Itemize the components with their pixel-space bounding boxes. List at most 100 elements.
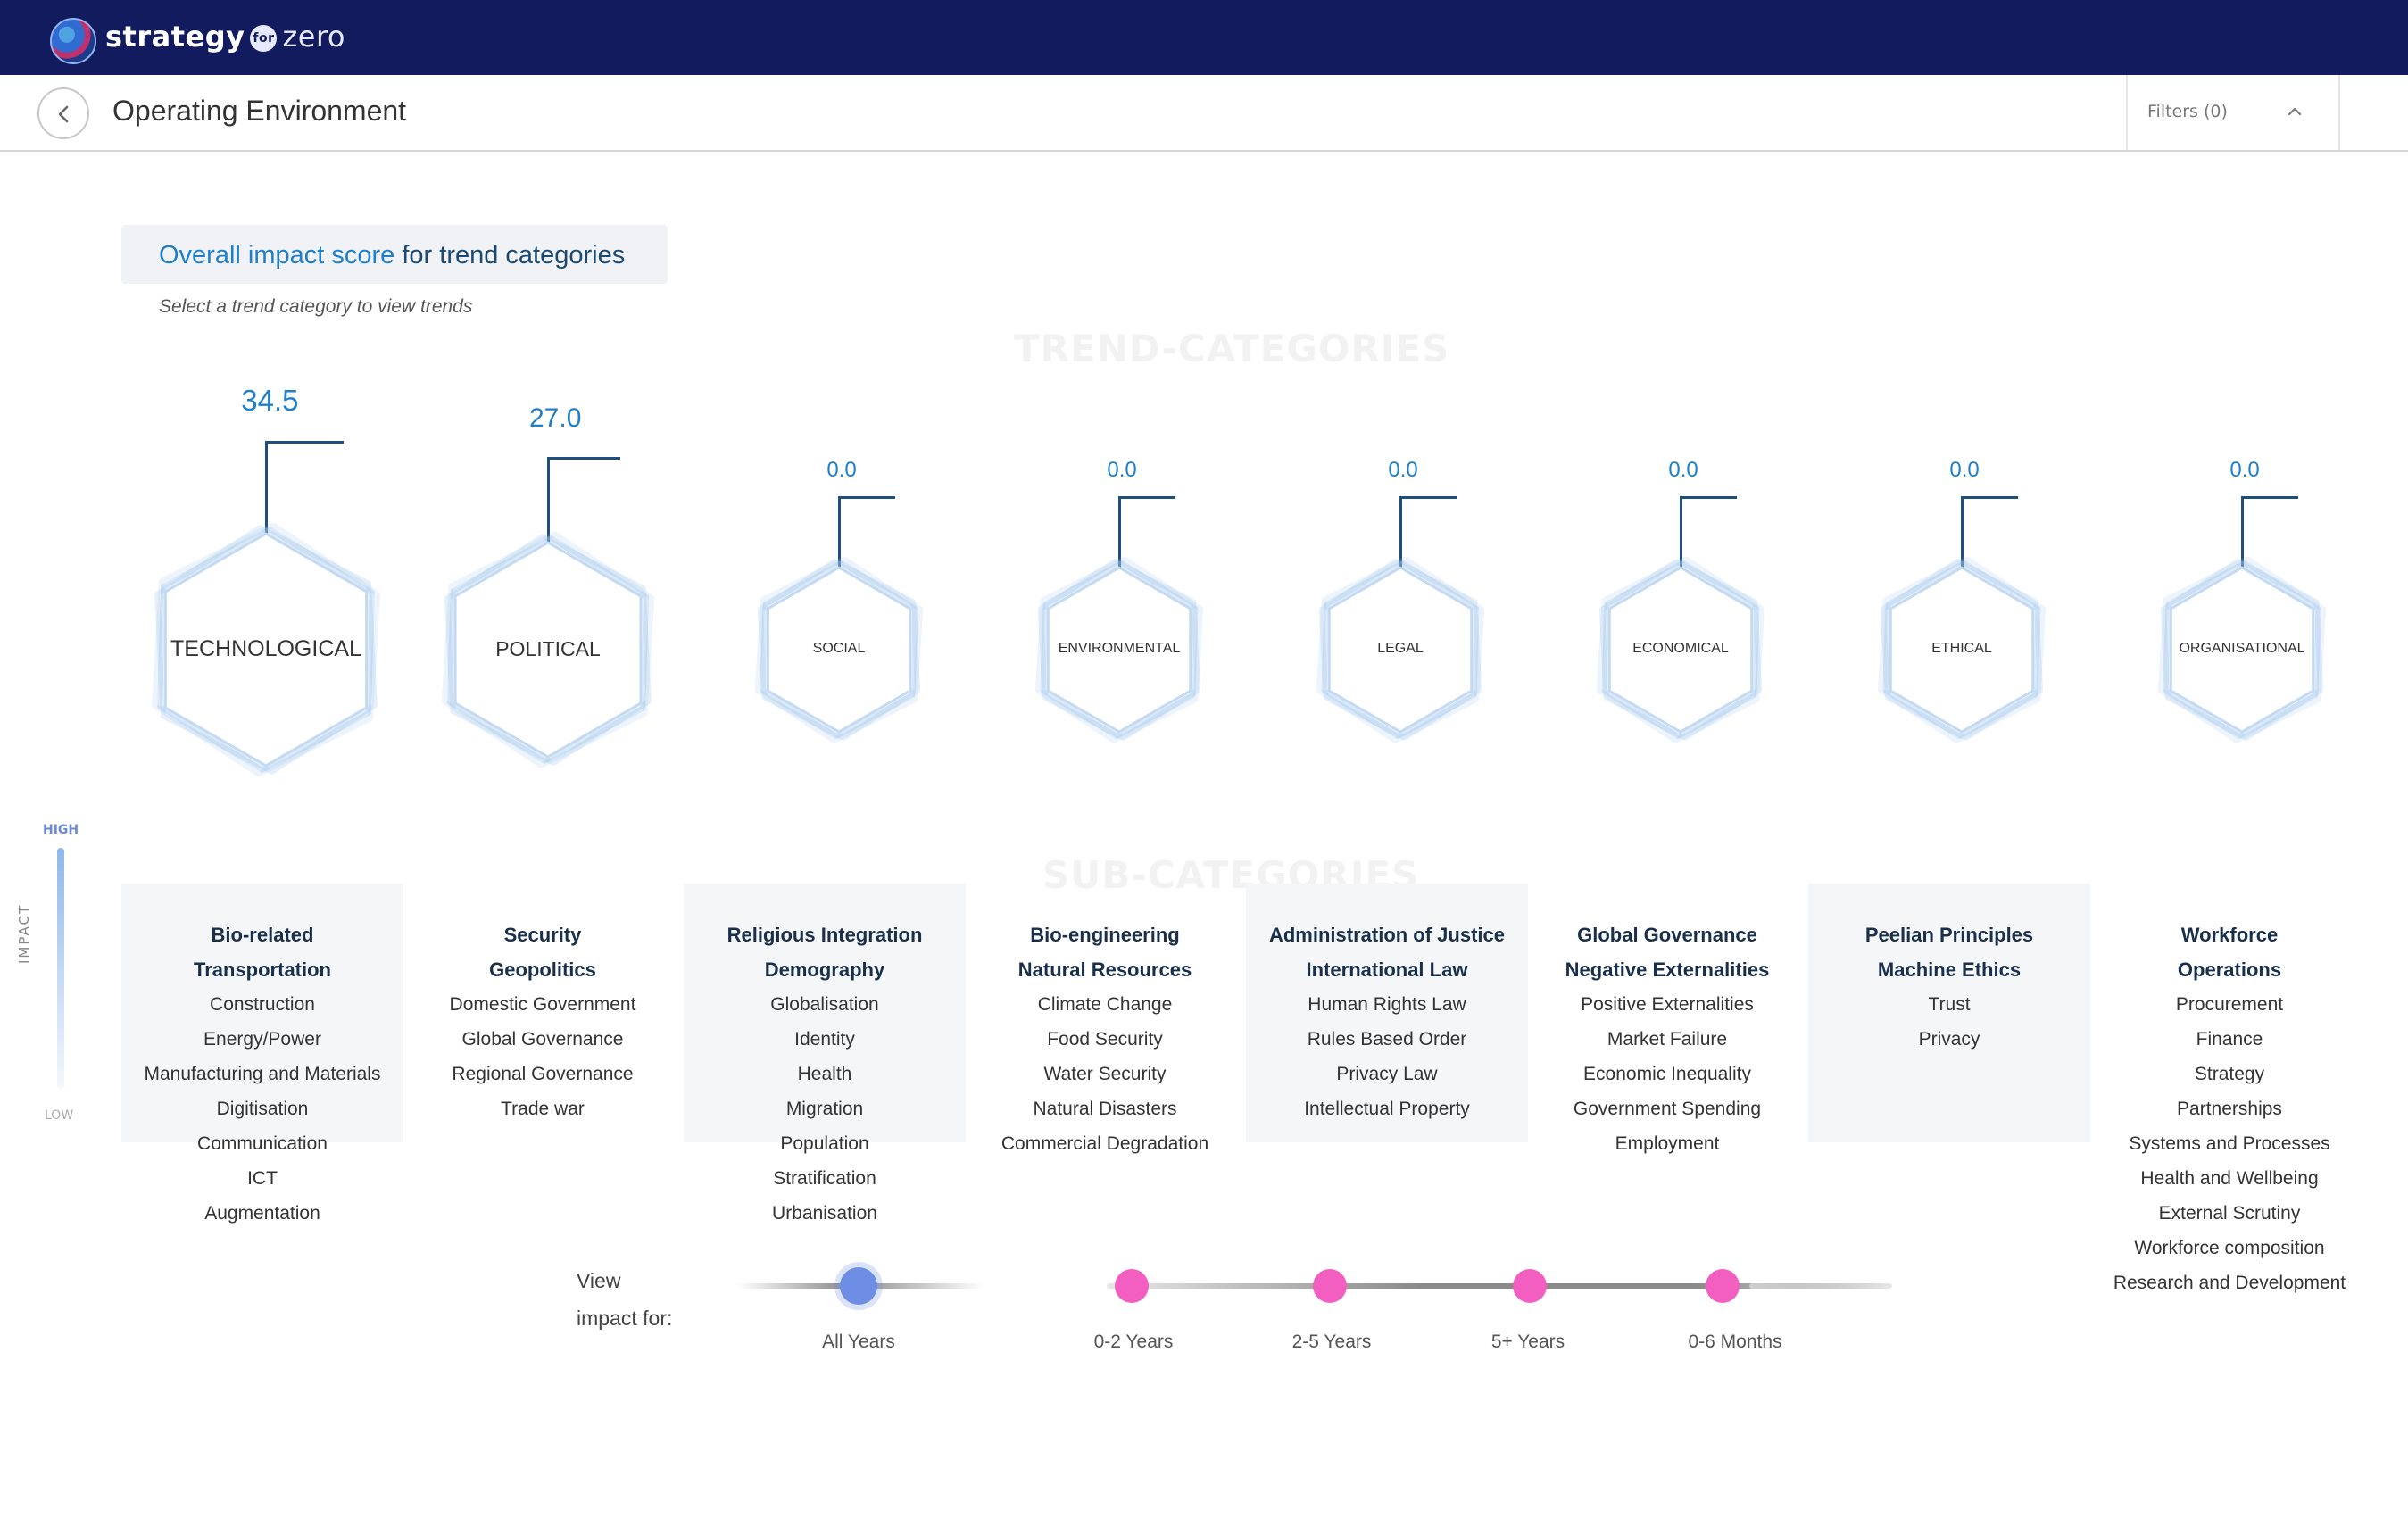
sub-category-item-highlighted[interactable]: Global Governance — [1526, 917, 1808, 952]
impact-score-heading-rest: for trend categories — [394, 241, 626, 270]
sub-category-list: Bio-related Transportation Construction Ene… — [121, 884, 403, 1231]
sub-category-item[interactable]: Communication — [121, 1126, 403, 1161]
sub-category-item-highlighted[interactable]: Transportation — [121, 952, 403, 987]
sub-category-item[interactable]: Finance — [2088, 1022, 2371, 1057]
sub-category-item[interactable]: Stratification — [684, 1161, 966, 1196]
sub-category-item-highlighted[interactable]: Demography — [684, 952, 966, 987]
sub-category-item[interactable]: Privacy Law — [1246, 1057, 1528, 1091]
score-connector-horizontal — [2241, 496, 2298, 499]
sub-category-item[interactable]: ICT — [121, 1161, 403, 1196]
sub-category-item[interactable]: Privacy — [1808, 1022, 2090, 1057]
sub-category-item-highlighted[interactable]: Geopolitics — [402, 952, 684, 987]
filters-toggle[interactable]: Filters (0) — [2126, 75, 2340, 150]
impact-high-label: HIGH — [43, 823, 79, 837]
chevron-left-icon — [58, 105, 69, 123]
timeline-option-dot[interactable] — [1706, 1269, 1740, 1303]
sub-category-item[interactable]: Intellectual Property — [1246, 1091, 1528, 1126]
sub-category-item-highlighted[interactable]: Administration of Justice — [1246, 917, 1528, 952]
sub-category-item[interactable]: Human Rights Law — [1246, 987, 1528, 1022]
timeline-option-dot[interactable] — [1513, 1269, 1547, 1303]
page-header: Operating Environment Filters (0) — [0, 75, 2408, 152]
sub-category-item-highlighted[interactable]: Bio-engineering — [964, 917, 1246, 952]
sub-category-item[interactable]: Migration — [684, 1091, 966, 1126]
sub-category-list: Peelian Principles Machine Ethics Trust Pri… — [1808, 884, 2090, 1057]
sub-category-item[interactable]: Regional Governance — [402, 1057, 684, 1091]
sub-category-item-highlighted[interactable]: Bio-related — [121, 917, 403, 952]
sub-category-item[interactable]: Strategy — [2088, 1057, 2371, 1091]
trend-category-label: ORGANISATIONAL — [2179, 641, 2305, 657]
sub-category-item[interactable]: Identity — [684, 1022, 966, 1057]
sub-category-item[interactable]: Natural Disasters — [964, 1091, 1246, 1126]
sub-category-list: Administration of Justice International L… — [1246, 884, 1528, 1126]
sub-category-item[interactable]: Employment — [1526, 1126, 1808, 1161]
score-connector-horizontal — [547, 457, 620, 460]
sub-category-item[interactable]: Globalisation — [684, 987, 966, 1022]
sub-category-column: Security Geopolitics Domestic Government Gl… — [402, 884, 684, 1126]
sub-category-item-highlighted[interactable]: Workforce — [2088, 917, 2371, 952]
back-button[interactable] — [37, 87, 89, 139]
sub-category-item-highlighted[interactable]: Operations — [2088, 952, 2371, 987]
impact-score-value: 0.0 — [1668, 457, 1698, 482]
brand-for-badge: for — [250, 25, 278, 52]
timeline-option-dot[interactable] — [1115, 1269, 1149, 1303]
sub-category-item[interactable]: Population — [684, 1126, 966, 1161]
sub-category-item[interactable]: Trust — [1808, 987, 2090, 1022]
sub-category-item-highlighted[interactable]: Religious Integration — [684, 917, 966, 952]
sub-category-item[interactable]: Partnerships — [2088, 1091, 2371, 1126]
sub-category-item[interactable]: Augmentation — [121, 1196, 403, 1231]
sub-category-item[interactable]: Workforce composition — [2088, 1231, 2371, 1265]
sub-category-item[interactable]: Water Security — [964, 1057, 1246, 1091]
sub-category-item[interactable]: Global Governance — [402, 1022, 684, 1057]
sub-category-item-highlighted[interactable]: Negative Externalities — [1526, 952, 1808, 987]
sub-category-item[interactable]: Economic Inequality — [1526, 1057, 1808, 1091]
sub-category-item[interactable]: Construction — [121, 987, 403, 1022]
sub-category-item[interactable]: Energy/Power — [121, 1022, 403, 1057]
sub-category-item[interactable]: Domestic Government — [402, 987, 684, 1022]
sub-category-list: Religious Integration Demography Globalisa… — [684, 884, 966, 1231]
trend-categories-section-label: TREND-CATEGORIES — [1014, 327, 1450, 370]
sub-category-item[interactable]: Food Security — [964, 1022, 1246, 1057]
impact-score-value: 0.0 — [826, 457, 857, 482]
sub-category-column: Bio-engineering Natural Resources Climate … — [964, 884, 1246, 1161]
trend-category-label: ETHICAL — [1931, 641, 1992, 657]
impact-score-heading: Overall impact score for trend categorie… — [159, 241, 625, 270]
sub-category-item[interactable]: Systems and Processes — [2088, 1126, 2371, 1161]
sub-category-item[interactable]: Digitisation — [121, 1091, 403, 1126]
sub-category-item[interactable]: Manufacturing and Materials — [121, 1057, 403, 1091]
sub-category-list: Bio-engineering Natural Resources Climate … — [964, 884, 1246, 1161]
score-connector-horizontal — [1961, 496, 2018, 499]
timeline-option-label[interactable]: 2-5 Years — [1251, 1332, 1412, 1353]
timeline-option-label[interactable]: 5+ Years — [1448, 1332, 1608, 1353]
sub-category-item[interactable]: Health — [684, 1057, 966, 1091]
sub-category-list: Global Governance Negative Externalities P… — [1526, 884, 1808, 1161]
timeline-option-dot[interactable] — [840, 1267, 877, 1305]
strategy-for-zero-logo-icon[interactable] — [50, 18, 96, 64]
sub-category-column: Administration of Justice International L… — [1246, 884, 1528, 1142]
timeline-option-label[interactable]: 0-6 Months — [1655, 1332, 1815, 1353]
sub-category-item[interactable]: Rules Based Order — [1246, 1022, 1528, 1057]
sub-category-item-highlighted[interactable]: International Law — [1246, 952, 1528, 987]
sub-category-item-highlighted[interactable]: Natural Resources — [964, 952, 1246, 987]
timeline-option-label[interactable]: 0-2 Years — [1053, 1332, 1214, 1353]
sub-category-item[interactable]: Procurement — [2088, 987, 2371, 1022]
sub-category-item[interactable]: Commercial Degradation — [964, 1126, 1246, 1161]
timeline-option-label[interactable]: All Years — [778, 1332, 939, 1353]
sub-category-item[interactable]: Positive Externalities — [1526, 987, 1808, 1022]
timeline-option-dot[interactable] — [1313, 1269, 1347, 1303]
brand-name[interactable]: strategy for zero — [105, 20, 345, 54]
sub-category-item-highlighted[interactable]: Peelian Principles — [1808, 917, 2090, 952]
sub-category-item[interactable]: Government Spending — [1526, 1091, 1808, 1126]
impact-axis-label: IMPACT — [16, 903, 32, 964]
sub-category-item[interactable]: Health and Wellbeing — [2088, 1161, 2371, 1196]
sub-category-item[interactable]: External Scrutiny — [2088, 1196, 2371, 1231]
chevron-up-icon — [2288, 107, 2302, 116]
sub-category-item[interactable]: Urbanisation — [684, 1196, 966, 1231]
sub-category-item-highlighted[interactable]: Machine Ethics — [1808, 952, 2090, 987]
sub-category-item[interactable]: Market Failure — [1526, 1022, 1808, 1057]
sub-category-item[interactable]: Trade war — [402, 1091, 684, 1126]
sub-category-item[interactable]: Research and Development — [2088, 1265, 2371, 1300]
sub-category-item-highlighted[interactable]: Security — [402, 917, 684, 952]
sub-category-item[interactable]: Climate Change — [964, 987, 1246, 1022]
impact-score-heading-accent: Overall impact score — [159, 241, 395, 270]
sub-category-column: Peelian Principles Machine Ethics Trust Pri… — [1808, 884, 2090, 1142]
